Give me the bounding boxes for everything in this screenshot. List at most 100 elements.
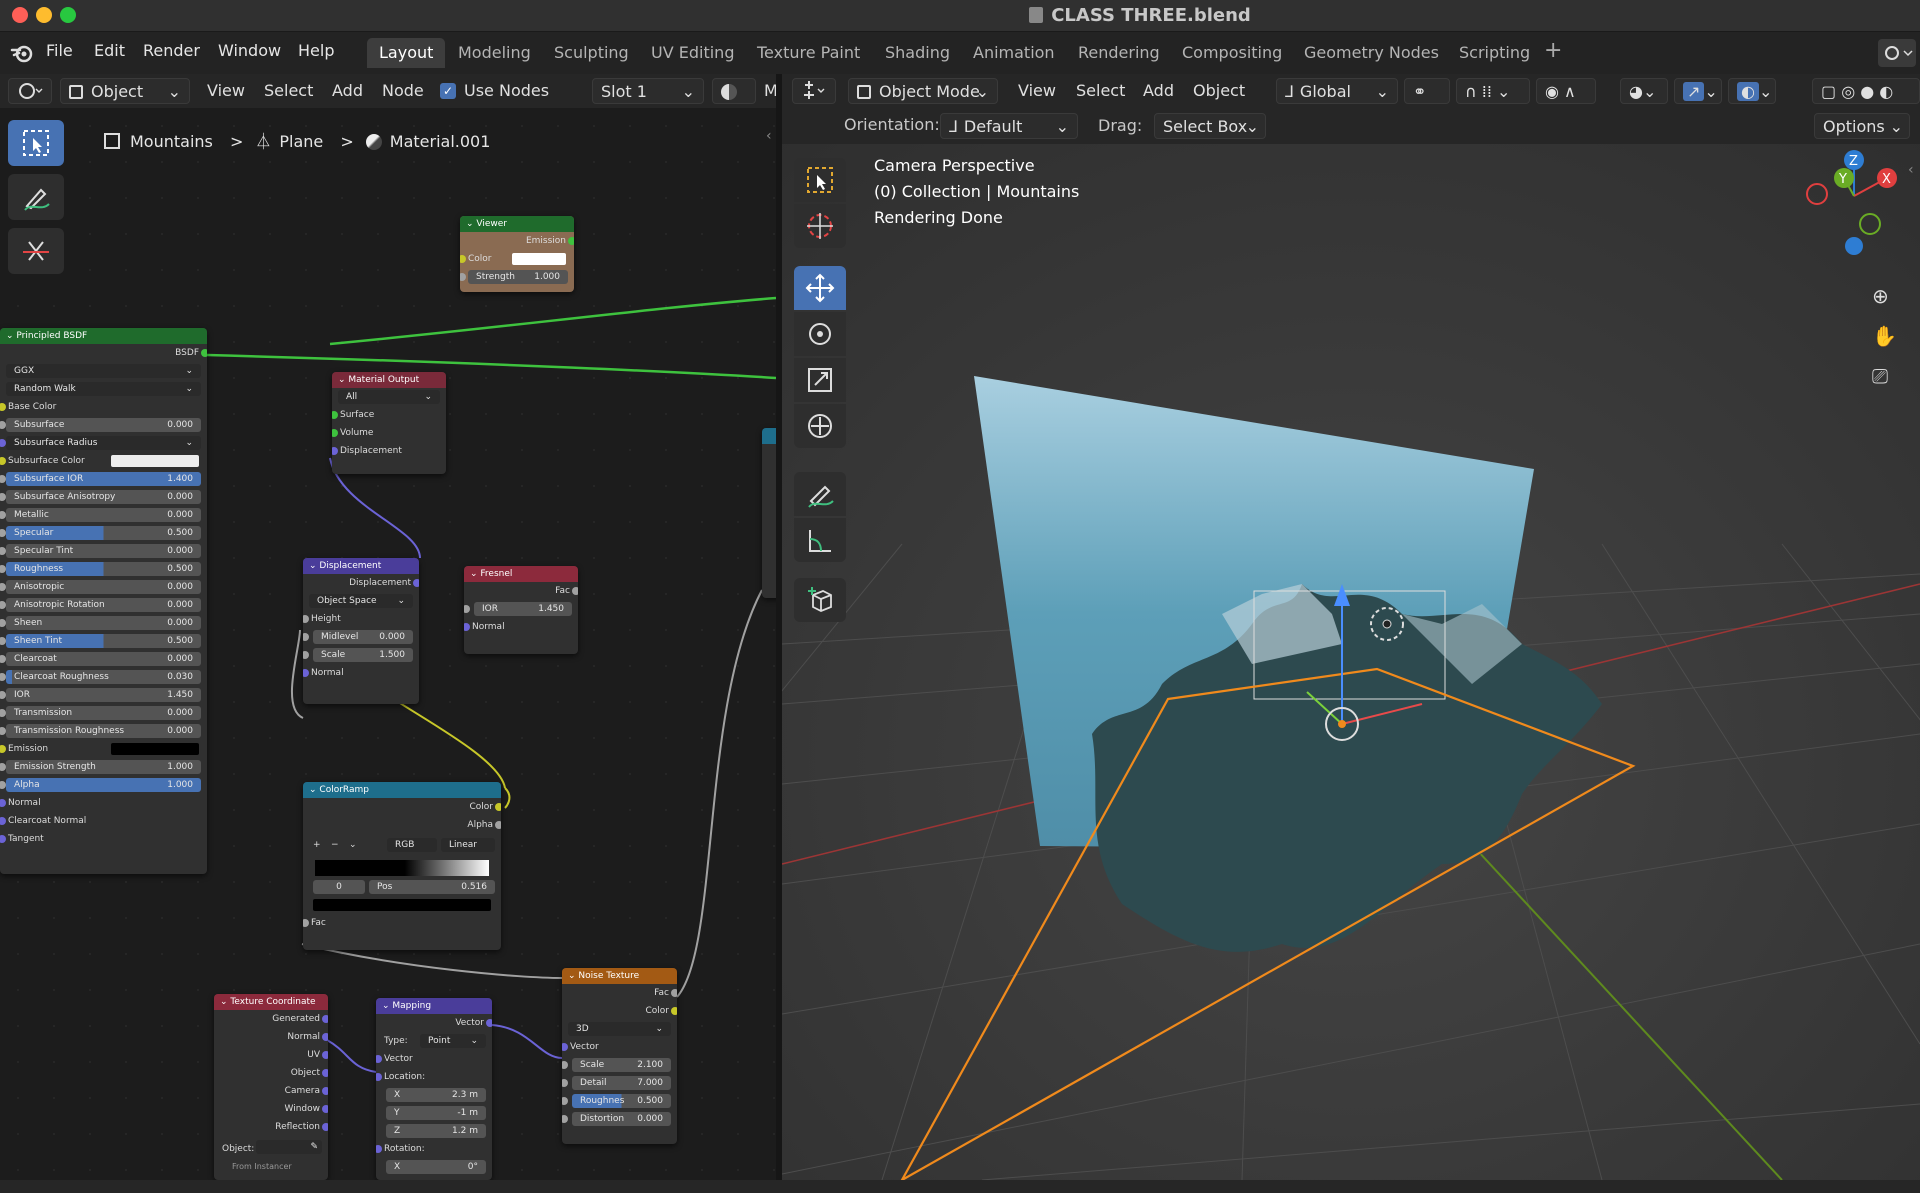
midlevel-field[interactable]: Midlevel 0.000 bbox=[313, 630, 413, 644]
scale-field[interactable]: Scale 2.100 bbox=[572, 1058, 671, 1072]
input-socket[interactable] bbox=[303, 633, 309, 641]
bsdf-value-field[interactable]: Clearcoat Roughness 0.030 bbox=[6, 670, 201, 684]
input-socket[interactable] bbox=[562, 1043, 568, 1051]
scale-field[interactable]: Scale 1.500 bbox=[313, 648, 413, 662]
shading-mode-buttons[interactable]: ▢ ◎ ● ◐ bbox=[1812, 78, 1920, 104]
options-dropdown[interactable]: Options ⌄ bbox=[1814, 113, 1910, 139]
move-tool[interactable] bbox=[794, 266, 846, 310]
menu-add[interactable]: Add bbox=[332, 78, 363, 104]
tab-compositing[interactable]: Compositing bbox=[1170, 38, 1294, 68]
input-socket[interactable] bbox=[0, 403, 6, 411]
sidebar-toggle-icon[interactable]: ‹ bbox=[1908, 162, 1914, 178]
bsdf-value-field[interactable]: Specular Tint 0.000 bbox=[6, 544, 201, 558]
stop-color-swatch[interactable] bbox=[313, 899, 491, 911]
rotation-x-field[interactable]: X 0° bbox=[386, 1160, 486, 1174]
input-socket[interactable] bbox=[460, 255, 466, 263]
input-socket[interactable] bbox=[332, 447, 338, 455]
tab-uv-editing[interactable]: UV Editing bbox=[639, 38, 746, 68]
displacement-node[interactable]: ⌄ Displacement Displacement Object Space… bbox=[303, 558, 419, 704]
output-socket[interactable] bbox=[495, 803, 501, 811]
bsdf-value-field[interactable]: Transmission 0.000 bbox=[6, 706, 201, 720]
offscreen-node[interactable] bbox=[762, 428, 776, 598]
slot-dropdown[interactable]: Slot 1 ⌄ bbox=[592, 78, 704, 104]
tab-modeling[interactable]: Modeling bbox=[446, 38, 543, 68]
3d-viewport[interactable]: Camera Perspective (0) Collection | Moun… bbox=[782, 144, 1920, 1180]
bsdf-value-field[interactable]: Metallic 0.000 bbox=[6, 508, 201, 522]
bsdf-value-field[interactable]: Emission Strength 1.000 bbox=[6, 760, 201, 774]
blender-logo-icon[interactable] bbox=[10, 42, 34, 68]
bsdf-value-field[interactable]: Subsurface 0.000 bbox=[6, 418, 201, 432]
input-socket[interactable] bbox=[0, 835, 6, 843]
neg-x-axis-icon[interactable] bbox=[1806, 183, 1828, 205]
scene-selector-button[interactable] bbox=[1878, 39, 1916, 67]
menu-node[interactable]: Node bbox=[382, 78, 424, 104]
bsdf-value-field[interactable]: Alpha 1.000 bbox=[6, 778, 201, 792]
use-nodes-checkbox[interactable]: ✓ bbox=[440, 83, 456, 99]
overlays-toggle-button[interactable]: ◐ ⌄ bbox=[1728, 78, 1776, 104]
input-socket[interactable] bbox=[464, 623, 470, 631]
menu-select[interactable]: Select bbox=[264, 78, 313, 104]
scale-tool[interactable] bbox=[794, 358, 846, 402]
output-socket[interactable] bbox=[201, 349, 207, 357]
node-editor-canvas[interactable]: Mountains > ⏃ Plane > Material.001 ⌄ Viewer… bbox=[0, 108, 776, 1180]
output-socket[interactable] bbox=[322, 1051, 328, 1059]
output-socket[interactable] bbox=[495, 821, 501, 829]
camera-view-icon[interactable]: ⎚ bbox=[1872, 364, 1888, 388]
input-socket[interactable] bbox=[562, 1061, 568, 1069]
cursor-tool[interactable] bbox=[794, 204, 846, 248]
input-socket[interactable] bbox=[376, 1145, 382, 1153]
object-mode-dropdown[interactable]: Object Mode ⌄ bbox=[848, 78, 998, 104]
navigation-gizmo[interactable]: Z X Y bbox=[1792, 144, 1912, 256]
editor-type-button[interactable] bbox=[8, 78, 52, 104]
tab-geometry-nodes[interactable]: Geometry Nodes bbox=[1292, 38, 1451, 68]
tab-animation[interactable]: Animation bbox=[961, 38, 1067, 68]
color-swatch[interactable] bbox=[512, 253, 566, 265]
bsdf-value-field[interactable]: Specular 0.500 bbox=[6, 526, 201, 540]
material-output-node[interactable]: ⌄ Material Output All ⌄ Surface Volume Di… bbox=[332, 372, 446, 474]
location-z-field[interactable]: Z 1.2 m bbox=[386, 1124, 486, 1138]
input-socket[interactable] bbox=[303, 669, 309, 677]
chevron-down-icon[interactable]: ⌄ bbox=[349, 836, 357, 854]
zoom-icon[interactable]: ⊕ bbox=[1872, 284, 1889, 308]
input-socket[interactable] bbox=[0, 817, 6, 825]
distribution-dropdown[interactable]: GGX ⌄ bbox=[6, 364, 201, 378]
ior-field[interactable]: IOR 1.450 bbox=[474, 602, 572, 616]
input-socket[interactable] bbox=[332, 411, 338, 419]
select-box-tool[interactable] bbox=[794, 158, 846, 202]
stop-pos-field[interactable]: Pos 0.516 bbox=[369, 880, 495, 894]
tab-shading[interactable]: Shading bbox=[873, 38, 962, 68]
output-socket[interactable] bbox=[413, 579, 419, 587]
measure-tool[interactable] bbox=[794, 518, 846, 562]
viewport-menu-add[interactable]: Add bbox=[1143, 78, 1174, 104]
stop-index-field[interactable]: 0 bbox=[313, 880, 365, 894]
bsdf-value-field[interactable]: Anisotropic 0.000 bbox=[6, 580, 201, 594]
input-socket[interactable] bbox=[303, 651, 309, 659]
annotate-tool[interactable] bbox=[8, 174, 64, 220]
remove-stop-icon[interactable]: − bbox=[331, 836, 339, 854]
input-socket[interactable] bbox=[0, 799, 6, 807]
input-socket[interactable] bbox=[460, 273, 466, 281]
mapping-node[interactable]: ⌄ Mapping Vector Type: Point ⌄ Vector Loca… bbox=[376, 998, 492, 1180]
output-socket[interactable] bbox=[322, 1087, 328, 1095]
neg-z-axis-icon[interactable] bbox=[1845, 237, 1863, 255]
bsdf-value-field[interactable]: IOR 1.450 bbox=[6, 688, 201, 702]
menu-help[interactable]: Help bbox=[298, 41, 334, 60]
color-ramp-gradient[interactable] bbox=[315, 860, 489, 876]
hand-pan-icon[interactable]: ✋ bbox=[1872, 324, 1897, 348]
output-socket[interactable] bbox=[671, 989, 677, 997]
bsdf-value-field[interactable]: Sheen Tint 0.500 bbox=[6, 634, 201, 648]
input-socket[interactable] bbox=[464, 605, 470, 613]
add-workspace-icon[interactable]: + bbox=[1544, 38, 1562, 63]
menu-edit[interactable]: Edit bbox=[94, 41, 125, 60]
visibility-button[interactable]: ◕⌄ bbox=[1620, 78, 1668, 104]
pivot-point-dropdown[interactable]: ⚭ ⌄ bbox=[1404, 78, 1450, 127]
select-box-tool[interactable] bbox=[8, 120, 64, 166]
input-socket[interactable] bbox=[0, 457, 6, 465]
color-swatch[interactable] bbox=[111, 743, 199, 755]
annotate-tool[interactable] bbox=[794, 472, 846, 516]
tab-rendering[interactable]: Rendering bbox=[1066, 38, 1172, 68]
bsdf-value-field[interactable]: Subsurface Anisotropy 0.000 bbox=[6, 490, 201, 504]
dimension-dropdown[interactable]: 3D ⌄ bbox=[568, 1022, 671, 1036]
bsdf-value-field[interactable]: Sheen 0.000 bbox=[6, 616, 201, 630]
viewport-menu-view[interactable]: View bbox=[1018, 78, 1056, 104]
